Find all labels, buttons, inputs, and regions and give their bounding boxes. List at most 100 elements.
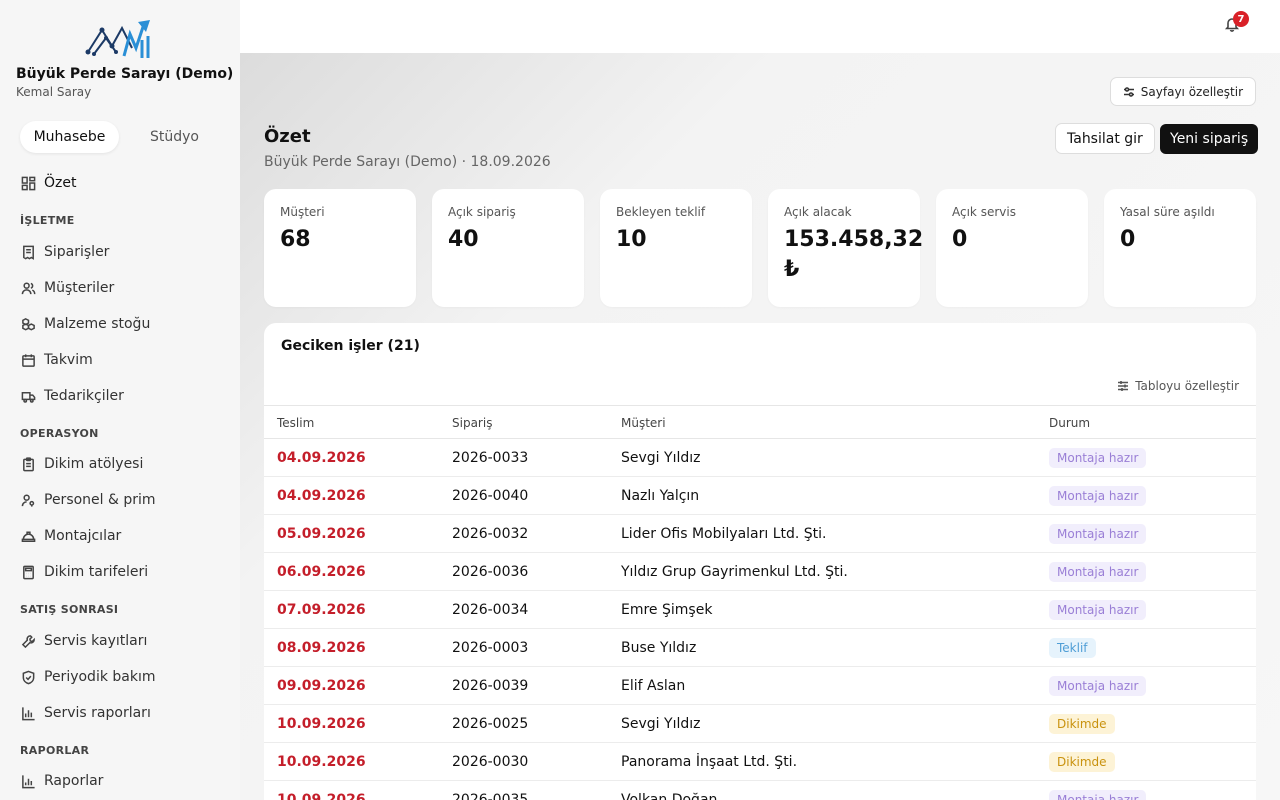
nav-label: Dikim tarifeleri — [44, 564, 149, 580]
mode-studyo-tab[interactable]: Stüdyo — [125, 120, 224, 154]
nav-item-overview[interactable]: Özet — [20, 172, 76, 194]
main-content: Sayfayı özelleştir Özet Büyük Perde Sara… — [240, 53, 1280, 800]
order-number: 2026-0003 — [452, 640, 529, 656]
column-header-order[interactable]: Sipariş — [452, 416, 492, 430]
nav-item-orders[interactable]: Siparişler — [20, 241, 109, 263]
nav-section-title: RAPORLAR — [20, 744, 90, 757]
nav-label: Montajcılar — [44, 528, 122, 544]
customer-name: Volkan Doğan — [621, 792, 718, 800]
delivery-date: 04.09.2026 — [277, 450, 366, 466]
nav-item-sewing-tariffs[interactable]: Dikim tarifeleri — [20, 561, 148, 583]
status-badge: Teklif — [1049, 638, 1096, 658]
customize-page-label: Sayfayı özelleştir — [1140, 84, 1243, 99]
stat-card-customers[interactable]: Müşteri 68 — [264, 189, 416, 307]
notification-count-badge: 7 — [1233, 11, 1249, 27]
company-logo — [85, 20, 150, 58]
table-row[interactable]: 06.09.2026 2026-0036 Yıldız Grup Gayrimenk… — [264, 553, 1256, 591]
new-order-button[interactable]: Yeni sipariş — [1160, 124, 1259, 154]
nav-item-stock[interactable]: Malzeme stoğu — [20, 313, 150, 335]
stat-value: 0 — [1120, 227, 1136, 252]
bar-chart-icon — [20, 705, 36, 721]
nav-label: Raporlar — [44, 773, 104, 789]
truck-icon — [20, 388, 36, 404]
customer-name: Buse Yıldız — [621, 640, 697, 656]
stat-label: Müşteri — [280, 205, 325, 219]
stat-label: Yasal süre aşıldı — [1120, 205, 1215, 219]
delivery-date: 10.09.2026 — [277, 792, 366, 800]
nav-label: Müşteriler — [44, 280, 115, 296]
shield-check-icon — [20, 669, 36, 685]
customer-name: Sevgi Yıldız — [621, 716, 701, 732]
delivery-date: 07.09.2026 — [277, 602, 366, 618]
table-row[interactable]: 05.09.2026 2026-0032 Lider Ofis Mobilyalar… — [264, 515, 1256, 553]
nav-label: Tedarikçiler — [44, 388, 124, 404]
table-row[interactable]: 10.09.2026 2026-0025 Sevgi Yıldız Dikimde — [264, 705, 1256, 743]
stat-card-pending-quotes[interactable]: Bekleyen teklif 10 — [600, 189, 752, 307]
nav-item-installers[interactable]: Montajcılar — [20, 525, 121, 547]
customer-name: Yıldız Grup Gayrimenkul Ltd. Şti. — [621, 564, 848, 580]
user-name: Kemal Saray — [16, 85, 92, 99]
business-name: Büyük Perde Sarayı (Demo) — [16, 66, 234, 82]
order-number: 2026-0032 — [452, 526, 529, 542]
top-bar: 7 — [240, 0, 1280, 53]
customer-name: Elif Aslan — [621, 678, 686, 694]
stat-card-open-orders[interactable]: Açık sipariş 40 — [432, 189, 584, 307]
nav-item-reports[interactable]: Raporlar — [20, 770, 103, 792]
customize-table-label: Tabloyu özelleştir — [1135, 379, 1239, 393]
column-header-status[interactable]: Durum — [1049, 416, 1090, 430]
stat-card-open-service[interactable]: Açık servis 0 — [936, 189, 1088, 307]
table-row[interactable]: 10.09.2026 2026-0030 Panorama İnşaat Ltd. … — [264, 743, 1256, 781]
nav-item-sewing-workshop[interactable]: Dikim atölyesi — [20, 453, 143, 475]
table-row[interactable]: 07.09.2026 2026-0034 Emre Şimşek Montaja ha… — [264, 591, 1256, 629]
stat-card-legal-deadline-exceeded[interactable]: Yasal süre aşıldı 0 — [1104, 189, 1256, 307]
stat-label: Açık servis — [952, 205, 1016, 219]
stat-card-open-receivables[interactable]: Açık alacak 153.458,32 ₺ — [768, 189, 924, 307]
delivery-date: 04.09.2026 — [277, 488, 366, 504]
table-row[interactable]: 04.09.2026 2026-0040 Nazlı Yalçın Montaja h… — [264, 477, 1256, 515]
table-row[interactable]: 09.09.2026 2026-0039 Elif Aslan Montaja haz… — [264, 667, 1256, 705]
nav-item-periodic-maintenance[interactable]: Periyodik bakım — [20, 666, 156, 688]
hard-hat-icon — [20, 528, 36, 544]
boxes-icon — [20, 316, 36, 332]
delayed-jobs-panel: Geciken işler (21) Tabloyu özelleştir Te… — [264, 323, 1256, 800]
order-number: 2026-0033 — [452, 450, 529, 466]
customize-page-button[interactable]: Sayfayı özelleştir — [1109, 77, 1256, 106]
status-badge: Montaja hazır — [1049, 448, 1147, 468]
nav-item-suppliers[interactable]: Tedarikçiler — [20, 385, 124, 407]
nav-item-customers[interactable]: Müşteriler — [20, 277, 114, 299]
column-header-delivery[interactable]: Teslim — [277, 416, 314, 430]
table-row[interactable]: 04.09.2026 2026-0033 Sevgi Yıldız Montaja h… — [264, 439, 1256, 477]
nav-label: Takvim — [44, 352, 93, 368]
nav-item-calendar[interactable]: Takvim — [20, 349, 93, 371]
status-badge: Dikimde — [1049, 752, 1115, 772]
panel-title: Geciken işler (21) — [281, 338, 420, 354]
column-header-customer[interactable]: Müşteri — [621, 416, 666, 430]
status-badge: Montaja hazır — [1049, 676, 1147, 696]
order-number: 2026-0034 — [452, 602, 529, 618]
order-number: 2026-0025 — [452, 716, 529, 732]
stat-value: 153.458,32 ₺ — [784, 227, 924, 282]
stat-label: Açık sipariş — [448, 205, 516, 219]
table-row[interactable]: 08.09.2026 2026-0003 Buse Yıldız Teklif — [264, 629, 1256, 667]
customer-name: Panorama İnşaat Ltd. Şti. — [621, 754, 798, 770]
nav-item-staff-bonus[interactable]: Personel & prim — [20, 489, 156, 511]
enter-collection-button[interactable]: Tahsilat gir — [1055, 123, 1155, 154]
customize-table-button[interactable]: Tabloyu özelleştir — [1117, 379, 1239, 393]
order-number: 2026-0039 — [452, 678, 529, 694]
nav-item-service-reports[interactable]: Servis raporları — [20, 702, 151, 724]
table-row[interactable]: 10.09.2026 2026-0035 Volkan Doğan Montaja h… — [264, 781, 1256, 800]
status-badge: Montaja hazır — [1049, 486, 1147, 506]
sidebar: Büyük Perde Sarayı (Demo) Kemal Saray Mu… — [0, 0, 240, 800]
chart-icon — [20, 773, 36, 789]
status-badge: Montaja hazır — [1049, 600, 1147, 620]
delivery-date: 05.09.2026 — [277, 526, 366, 542]
mode-muhasebe-tab[interactable]: Muhasebe — [20, 121, 119, 153]
mode-switch: Muhasebe Stüdyo — [16, 120, 224, 154]
order-number: 2026-0040 — [452, 488, 529, 504]
nav-item-service-records[interactable]: Servis kayıtları — [20, 630, 147, 652]
nav-label: Personel & prim — [44, 492, 156, 508]
wrench-icon — [20, 633, 36, 649]
table-header: Teslim Sipariş Müşteri Durum — [264, 405, 1256, 439]
table-settings-icon — [1118, 381, 1129, 391]
notifications-button[interactable]: 7 — [1224, 11, 1249, 34]
